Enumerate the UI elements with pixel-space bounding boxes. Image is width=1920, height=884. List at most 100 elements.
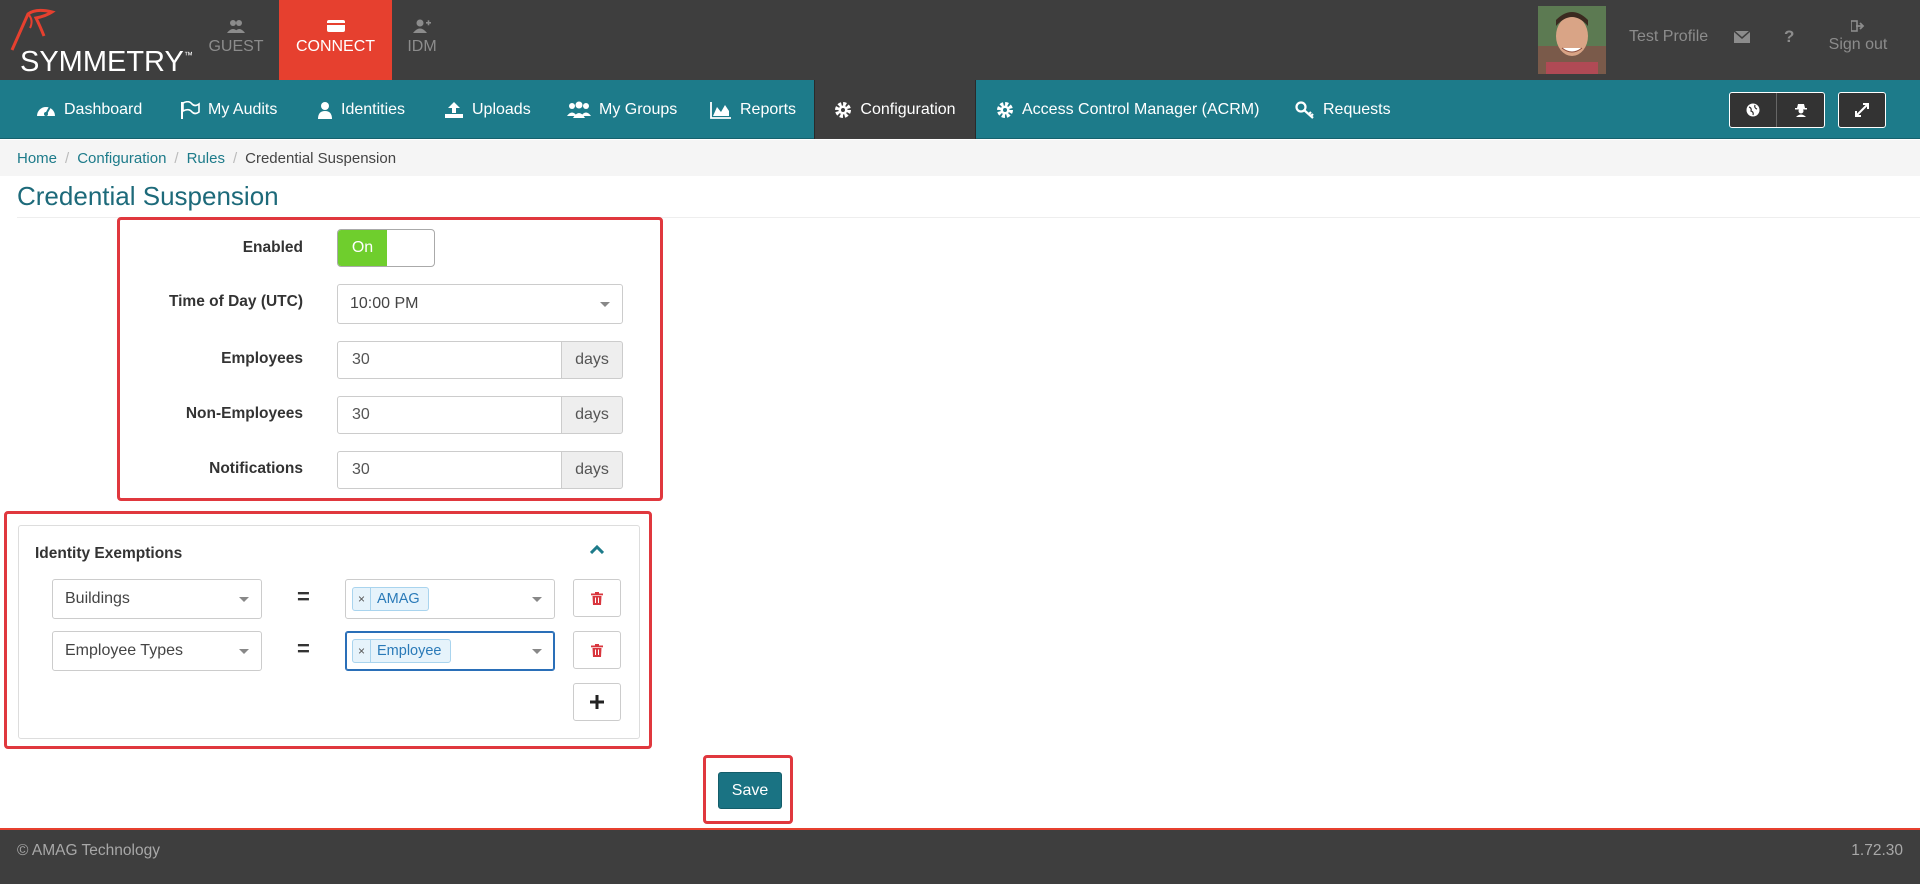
notifications-input-group: 30 days [337, 451, 623, 489]
exemption-value-select[interactable]: × Employee [345, 631, 555, 671]
tag-remove-button[interactable]: × [353, 588, 372, 610]
employees-label: Employees [221, 350, 303, 367]
nav-action-group [1729, 92, 1825, 128]
nav-uploads[interactable]: Uploads [444, 80, 531, 139]
save-button[interactable]: Save [718, 772, 782, 809]
page-title: Credential Suspension [17, 181, 279, 211]
nav-my-groups[interactable]: My Groups [567, 80, 677, 139]
breadcrumb-current: Credential Suspension [245, 149, 397, 167]
expand-icon [1855, 103, 1869, 117]
nav-acrm[interactable]: Access Control Manager (ACRM) [996, 80, 1259, 139]
trash-icon [591, 591, 603, 605]
sign-out-icon [1851, 20, 1865, 32]
employees-input[interactable]: 30 [337, 341, 562, 379]
add-row-button[interactable] [573, 683, 621, 721]
delete-row-button[interactable] [573, 579, 621, 617]
module-connect[interactable]: CONNECT [279, 0, 392, 80]
dashboard-icon [37, 106, 55, 116]
footer-copyright: © AMAG Technology [17, 842, 160, 859]
chevron-down-icon [532, 597, 542, 602]
globe-icon [1746, 103, 1760, 117]
globe-button[interactable] [1730, 93, 1778, 127]
notifications-label: Notifications [209, 460, 303, 477]
value-tag: × AMAG [352, 587, 429, 611]
time-of-day-label: Time of Day (UTC) [168, 293, 303, 310]
footer: © AMAG Technology 1.72.30 [0, 828, 1920, 884]
breadcrumb-rules[interactable]: Rules [187, 150, 225, 167]
brand-name: SYMMETRY™ [20, 46, 193, 78]
key-icon [1295, 100, 1314, 119]
notifications-input[interactable]: 30 [337, 451, 562, 489]
tag-remove-button[interactable]: × [353, 640, 372, 662]
module-idm[interactable]: IDM [406, 0, 438, 80]
nav-reports[interactable]: Reports [710, 80, 796, 139]
breadcrumb-separator: / [174, 149, 179, 167]
enabled-label: Enabled [242, 239, 303, 256]
tag-label: AMAG [377, 591, 420, 607]
time-of-day-select[interactable]: 10:00 PM [337, 284, 623, 324]
days-addon: days [561, 451, 623, 489]
exemption-field-select[interactable]: Employee Types [52, 631, 262, 671]
identity-exemptions-title: Identity Exemptions [35, 545, 183, 562]
group-icon [567, 101, 591, 118]
nav-dashboard[interactable]: Dashboard [36, 80, 142, 139]
help-icon[interactable]: ? [1784, 27, 1794, 47]
equals-operator: = [297, 636, 310, 661]
exemption-field-select[interactable]: Buildings [52, 579, 262, 619]
chevron-down-icon [239, 597, 249, 602]
time-of-day-value: 10:00 PM [350, 295, 419, 312]
days-addon: days [561, 396, 623, 434]
breadcrumb-home[interactable]: Home [17, 150, 57, 167]
user-plus-icon [413, 19, 431, 33]
user-icon [318, 101, 332, 119]
exemption-field-value: Employee Types [65, 642, 183, 659]
chevron-down-icon [239, 649, 249, 654]
symmetry-logo[interactable]: SYMMETRY™ [6, 6, 193, 78]
spy-icon [1794, 104, 1807, 117]
non-employees-label: Non-Employees [185, 405, 303, 422]
module-guest[interactable]: GUEST [206, 0, 266, 80]
exemption-field-value: Buildings [65, 590, 130, 607]
envelope-icon[interactable] [1734, 31, 1750, 43]
footer-version: 1.72.30 [1851, 842, 1903, 859]
delete-row-button[interactable] [573, 631, 621, 669]
profile-photo [1538, 6, 1606, 74]
top-bar: SYMMETRY™ GUEST CONNECT IDM Test Profile… [0, 0, 1920, 80]
breadcrumb-separator: / [232, 149, 238, 167]
main-nav: Dashboard My Audits Identities Uploads M… [0, 80, 1920, 139]
exemption-value-select[interactable]: × AMAG [345, 579, 555, 619]
incognito-button[interactable] [1777, 93, 1824, 127]
chevron-down-icon [600, 302, 610, 307]
nav-requests[interactable]: Requests [1295, 80, 1391, 139]
users-icon [227, 20, 245, 33]
avatar[interactable] [1538, 6, 1606, 74]
upload-icon [445, 101, 463, 118]
non-employees-input[interactable]: 30 [337, 396, 562, 434]
days-addon: days [561, 341, 623, 379]
area-chart-icon [710, 101, 731, 119]
chevron-up-icon[interactable] [590, 544, 604, 554]
profile-name[interactable]: Test Profile [1629, 28, 1708, 46]
value-tag: × Employee [352, 639, 451, 663]
breadcrumb-separator: / [65, 149, 70, 167]
nav-my-audits[interactable]: My Audits [180, 80, 277, 139]
breadcrumb-configuration[interactable]: Configuration [77, 150, 166, 167]
flag-icon [181, 100, 200, 119]
breadcrumb: Home / Configuration / Rules / Credentia… [0, 140, 1920, 176]
card-icon [326, 20, 345, 32]
gear-icon [835, 101, 852, 118]
equals-operator: = [297, 584, 310, 609]
tag-label: Employee [377, 643, 442, 659]
enabled-toggle[interactable]: On [337, 229, 435, 267]
toggle-on-state: On [338, 230, 387, 266]
sign-out-button[interactable]: Sign out [1828, 0, 1888, 80]
chevron-down-icon [532, 649, 542, 654]
gear-icon [997, 101, 1013, 118]
nav-identities[interactable]: Identities [317, 80, 405, 139]
plus-icon [590, 695, 604, 709]
non-employees-input-group: 30 days [337, 396, 623, 434]
trash-icon [591, 643, 603, 657]
employees-input-group: 30 days [337, 341, 623, 379]
fullscreen-button[interactable] [1838, 92, 1886, 128]
nav-configuration[interactable]: Configuration [814, 80, 976, 139]
